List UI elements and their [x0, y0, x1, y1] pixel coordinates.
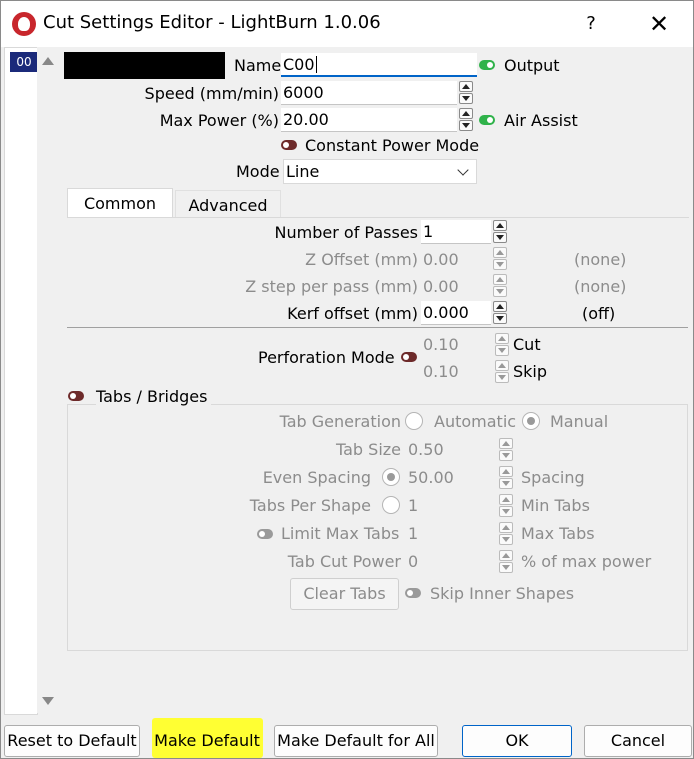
skip-inner-shapes-label: Skip Inner Shapes: [430, 584, 575, 603]
perforation-skip-label: Skip: [513, 362, 548, 381]
passes-label: Number of Passes: [274, 223, 418, 242]
air-assist-label: Air Assist: [504, 111, 578, 130]
max-power-label: Max Power (%): [159, 111, 279, 130]
output-toggle[interactable]: [479, 60, 495, 70]
perforation-skip-stepper: [495, 360, 509, 384]
limit-max-tabs-label: Limit Max Tabs: [281, 524, 400, 543]
z-offset-value: 0.00: [423, 250, 459, 269]
tab-advanced[interactable]: Advanced: [175, 190, 281, 220]
tab-size-stepper: [499, 438, 513, 462]
constant-power-toggle[interactable]: [281, 140, 297, 150]
tabs-bridges-label: Tabs / Bridges: [96, 387, 212, 406]
z-offset-stepper: [493, 247, 507, 271]
perforation-label: Perforation Mode: [258, 348, 395, 367]
tabs-per-shape-radio: [382, 496, 400, 514]
power-suffix-label: % of max power: [521, 552, 652, 571]
title-bar: Cut Settings Editor - LightBurn 1.0.06 ?…: [1, 1, 693, 47]
make-default-button[interactable]: Make Default: [152, 725, 262, 757]
reset-to-default-button[interactable]: Reset to Default: [4, 725, 140, 757]
layer-list-scrollbar[interactable]: [37, 47, 59, 713]
tab-generation-label: Tab Generation: [279, 412, 401, 431]
window-title: Cut Settings Editor - LightBurn 1.0.06: [43, 12, 381, 33]
even-spacing-stepper: [499, 466, 513, 490]
kerf-stepper[interactable]: [493, 301, 507, 325]
speed-input[interactable]: 6000: [281, 81, 457, 105]
speed-label: Speed (mm/min): [144, 84, 279, 103]
help-button[interactable]: ?: [575, 9, 607, 39]
limit-max-tabs-stepper: [499, 522, 513, 546]
limit-max-tabs-value: 1: [408, 524, 419, 543]
layer-list: 00: [4, 47, 38, 715]
skip-inner-shapes-toggle: [405, 588, 421, 598]
tabs-per-shape-label: Tabs Per Shape: [249, 496, 371, 515]
perforation-skip-value: 0.10: [423, 362, 459, 381]
scroll-down-icon[interactable]: [42, 697, 54, 705]
automatic-label: Automatic: [434, 412, 517, 431]
cancel-button[interactable]: Cancel: [584, 725, 692, 757]
max-power-input[interactable]: 20.00: [281, 108, 457, 132]
min-tabs-label: Min Tabs: [521, 496, 590, 515]
manual-radio: [522, 412, 540, 430]
chevron-down-icon: [457, 164, 469, 176]
passes-stepper[interactable]: [493, 220, 507, 244]
tabs-per-shape-stepper: [499, 494, 513, 518]
make-default-for-all-button[interactable]: Make Default for All: [274, 725, 438, 757]
lightburn-logo-icon: [12, 12, 36, 36]
tab-cut-power-value: 0: [408, 552, 419, 571]
perforation-toggle[interactable]: [401, 352, 417, 362]
even-spacing-label: Even Spacing: [262, 468, 371, 487]
tabs-per-shape-value: 1: [408, 496, 419, 515]
speed-stepper[interactable]: [459, 81, 473, 105]
max-tabs-label: Max Tabs: [521, 524, 595, 543]
name-value: C00: [283, 55, 315, 74]
tab-size-label: Tab Size: [335, 440, 401, 459]
close-button[interactable]: ✕: [641, 9, 677, 39]
mode-select[interactable]: Line: [283, 159, 477, 184]
scroll-up-icon[interactable]: [42, 57, 54, 65]
z-step-value: 0.00: [423, 277, 459, 296]
kerf-note: (off): [582, 304, 616, 323]
z-step-stepper: [493, 274, 507, 298]
color-swatch: [64, 52, 225, 79]
z-offset-label: Z Offset (mm): [305, 250, 418, 269]
tab-size-value: 0.50: [408, 440, 444, 459]
ok-button[interactable]: OK: [462, 725, 572, 757]
tab-cut-power-stepper: [499, 550, 513, 574]
passes-input[interactable]: 1: [421, 220, 491, 244]
z-step-label: Z step per pass (mm): [245, 277, 418, 296]
clear-tabs-button: Clear Tabs: [290, 578, 399, 610]
manual-label: Manual: [550, 412, 609, 431]
section-divider: [67, 327, 688, 328]
even-spacing-radio: [382, 468, 400, 486]
z-step-note: (none): [574, 277, 627, 296]
kerf-label: Kerf offset (mm): [287, 304, 418, 323]
max-power-stepper[interactable]: [459, 108, 473, 132]
mode-label: Mode: [236, 162, 280, 181]
z-offset-note: (none): [574, 250, 627, 269]
output-label: Output: [504, 56, 560, 75]
text-caret: [315, 56, 317, 73]
perforation-cut-stepper: [495, 333, 509, 357]
perforation-cut-value: 0.10: [423, 335, 459, 354]
tab-common[interactable]: Common: [67, 188, 173, 218]
mode-value: Line: [286, 162, 320, 181]
layer-item-00[interactable]: 00: [10, 52, 38, 72]
cut-settings-window: Cut Settings Editor - LightBurn 1.0.06 ?…: [0, 0, 694, 759]
even-spacing-value: 50.00: [408, 468, 454, 487]
spacing-label: Spacing: [521, 468, 585, 487]
perforation-cut-label: Cut: [513, 335, 541, 354]
tabs-bridges-toggle[interactable]: [68, 391, 84, 401]
limit-max-tabs-toggle: [257, 529, 273, 539]
tab-cut-power-label: Tab Cut Power: [287, 552, 401, 571]
constant-power-label: Constant Power Mode: [305, 136, 480, 155]
automatic-radio: [405, 412, 423, 430]
name-label: Name: [234, 56, 282, 75]
air-assist-toggle[interactable]: [479, 115, 495, 125]
kerf-input[interactable]: 0.000: [421, 301, 491, 325]
name-input[interactable]: C00: [281, 53, 477, 77]
